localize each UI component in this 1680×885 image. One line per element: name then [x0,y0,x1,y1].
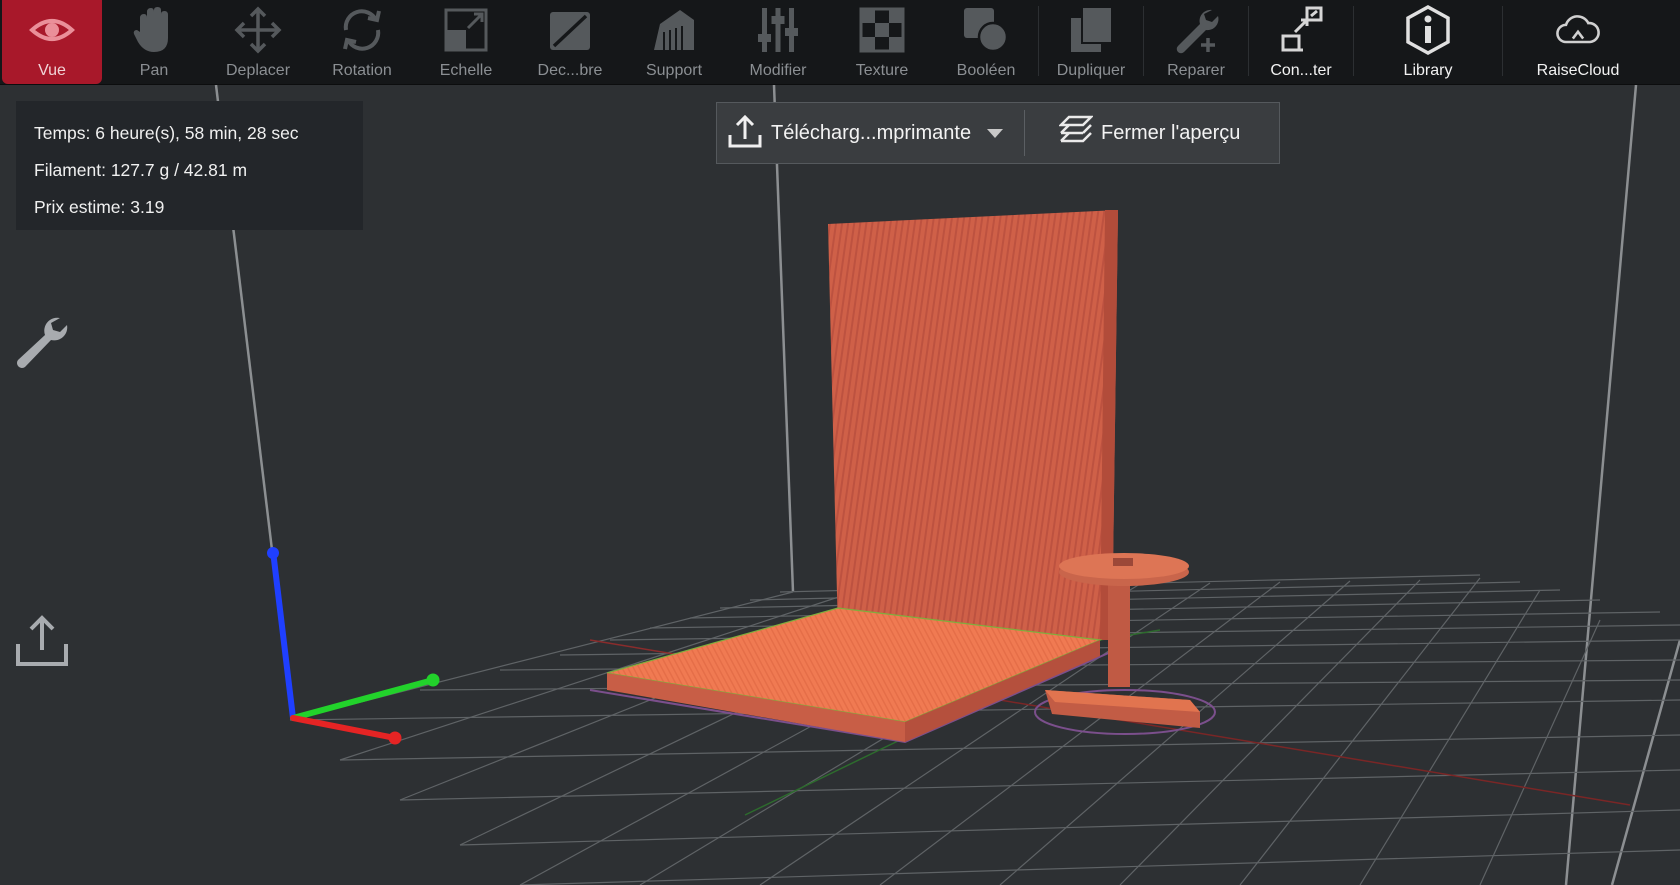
cloud-icon [1554,4,1602,56]
cut-icon [546,4,594,56]
tool-label: Pan [139,62,169,79]
tool-label: Modifier [749,62,807,79]
tool-rotation-button[interactable]: Rotation [310,0,414,84]
tool-label: Deplacer [225,62,291,79]
tool-label: Texture [855,62,909,79]
print-time: Temps: 6 heure(s), 58 min, 28 sec [34,123,299,143]
support-icon [650,4,698,56]
model-pedestal-column [1108,575,1130,687]
tool-label: Vue [38,62,66,79]
print-stats-panel: Temps: 6 heure(s), 58 min, 28 sec Filame… [16,101,363,230]
upload-label: Télécharg...mprimante [771,121,972,144]
sliders-icon [754,4,802,56]
hand-icon [130,4,178,56]
y-axis-arrow [290,677,436,721]
main-toolbar: Vue Pan Deplacer Rotation Echelle Dec...… [0,0,1680,85]
tool-label: Library [1403,62,1453,79]
boolean-icon [962,4,1010,56]
estimated-price: Prix estime: 3.19 [34,197,165,217]
x-axis-line [589,639,681,656]
close-preview-label: Fermer l'aperçu [1101,121,1241,144]
tool-reparer-button[interactable]: Reparer [1144,0,1248,84]
tool-connecter-button[interactable]: Con...ter [1249,0,1353,84]
x-axis-arrow [290,715,398,741]
tool-pan-button[interactable]: Pan [102,0,206,84]
tool-label: Echelle [439,62,493,79]
info-icon [1404,4,1452,56]
layers-icon [1057,115,1095,152]
preview-action-bar: Télécharg...mprimante Fermer l'aperçu [716,102,1280,164]
tool-texture-button[interactable]: Texture [830,0,934,84]
close-preview-button[interactable]: Fermer l'aperçu [1025,103,1240,163]
tool-label: RaiseCloud [1536,62,1620,79]
tool-deplacer-button[interactable]: Deplacer [206,0,310,84]
rotate-icon [338,4,386,56]
tool-modifier-button[interactable]: Modifier [726,0,830,84]
tool-booleen-button[interactable]: Booléen [934,0,1038,84]
tool-label: Reparer [1167,62,1225,79]
upload-icon[interactable] [14,612,70,668]
z-axis-arrow [270,548,296,721]
upload-to-printer-button[interactable]: Télécharg...mprimante [717,103,1024,163]
move-icon [234,4,282,56]
connect-icon [1277,4,1325,56]
tool-decoupe-button[interactable]: Dec...bre [518,0,622,84]
filament-usage: Filament: 127.7 g / 42.81 m [34,160,248,180]
scale-icon [442,4,490,56]
tool-support-button[interactable]: Support [622,0,726,84]
tool-label: Con...ter [1270,62,1332,79]
checker-icon [858,4,906,56]
tool-library-button[interactable]: Library [1354,0,1502,84]
tool-dupliquer-button[interactable]: Dupliquer [1039,0,1143,84]
tool-label: Rotation [332,62,392,79]
eye-icon [28,4,76,56]
tool-label: Dupliquer [1056,62,1126,79]
tool-vue-button[interactable]: Vue [2,0,102,84]
tool-echelle-button[interactable]: Echelle [414,0,518,84]
tool-label: Booléen [956,62,1016,79]
duplicate-icon [1067,4,1115,56]
chevron-down-icon[interactable] [987,128,1004,138]
upload-icon [727,113,763,154]
axis-gizmo [267,547,440,745]
tool-label: Dec...bre [537,62,603,79]
model-pedestal-knob [1113,558,1133,566]
tool-raisecloud-button[interactable]: RaiseCloud [1503,0,1653,84]
wrench-plus-icon [1172,4,1220,56]
tool-label: Support [645,62,703,79]
wrench-icon[interactable] [14,314,70,370]
